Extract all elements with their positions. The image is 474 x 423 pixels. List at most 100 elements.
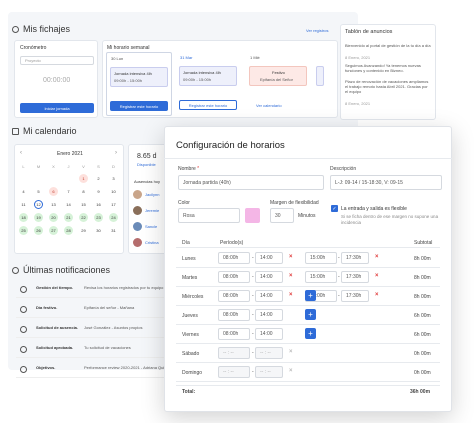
period-start-input[interactable]: 08:00h [218, 271, 250, 283]
calendar-day[interactable]: 31 [109, 226, 118, 235]
color-swatch[interactable] [245, 208, 260, 223]
remove-period-icon[interactable]: × [289, 254, 293, 260]
period-start-input[interactable]: 08:00h [218, 290, 250, 302]
shift-block[interactable]: Jornada intensiva 4lh 09:00h - 15:00h [179, 66, 237, 86]
calendar-day[interactable]: 1 [79, 174, 88, 183]
calendar-day[interactable]: 26 [34, 226, 43, 235]
remove-period-icon[interactable]: × [289, 273, 293, 279]
registrar-horario-outline-button[interactable]: Registrar este horario [179, 100, 237, 110]
person-name[interactable]: Jeremie [145, 208, 159, 213]
calendar-day[interactable]: 30 [94, 226, 103, 235]
remove-period-icon[interactable]: × [289, 292, 293, 298]
flex-checkbox[interactable]: ✓ [331, 205, 338, 212]
proyecto-select[interactable]: Proyecto [20, 56, 94, 65]
period-end-input[interactable]: 14:00 [255, 290, 283, 302]
remove-period-icon[interactable]: × [289, 368, 293, 374]
calendar-day[interactable]: 13 [49, 200, 58, 209]
notification-item[interactable]: Solicitud de ausencia. José González - As… [16, 322, 166, 338]
row-divider [176, 286, 440, 287]
remove-period-icon[interactable]: × [375, 254, 379, 260]
period-start-input[interactable]: 15:00h [305, 271, 337, 283]
clock-icon [12, 25, 19, 33]
calendar-day[interactable]: 19 [34, 213, 43, 222]
period-end-input[interactable]: 14:00 [255, 328, 283, 340]
calendar-day[interactable]: 12 [34, 200, 43, 209]
person-name[interactable]: Sancle [145, 224, 157, 229]
ver-calendario-link[interactable]: Ver calendario [256, 103, 282, 108]
notification-item[interactable]: Gestión del tiempo. Revisa los horarios r… [16, 282, 166, 298]
period-end-input[interactable]: 14:00 [255, 271, 283, 283]
period-end-input[interactable]: -- : -- [255, 366, 283, 378]
calendar-day[interactable]: 22 [79, 213, 88, 222]
row-divider [176, 343, 440, 344]
period-end-input[interactable]: 17:30h [341, 290, 369, 302]
notification-title: Objetivos. [36, 365, 56, 370]
notification-text: Tu solicitud de vacaciones [84, 345, 131, 350]
person-name[interactable]: Jacilynn [145, 192, 159, 197]
period-start-input[interactable]: 08:00h [218, 328, 250, 340]
day-column-tue: 31 Mar Jornada intensiva 4lh 09:00h - 15… [176, 52, 242, 116]
calendar-day[interactable]: 10 [109, 187, 118, 196]
notification-item[interactable]: Día festivo. Epifanía del señor - Mañana [16, 302, 166, 318]
notification-text: Performance review 2020-2021 - Adriana Q… [84, 365, 166, 370]
period-end-input[interactable]: 17:30h [341, 271, 369, 283]
period-start-input[interactable]: -- : -- [218, 347, 250, 359]
day-column-mon: 30 Lun Jornada intensiva 4lh 09:00h - 15… [106, 52, 172, 116]
calendar-day[interactable]: 17 [109, 200, 118, 209]
calendar-day[interactable]: 11 [19, 200, 28, 209]
calendar-day[interactable]: 8 [79, 187, 88, 196]
prev-month-icon[interactable]: ‹ [20, 150, 22, 156]
calendar-icon [12, 127, 19, 135]
period-end-input[interactable]: 14:00 [255, 309, 283, 321]
calendar-day[interactable]: 3 [109, 174, 118, 183]
ver-registros-link[interactable]: Ver registros [306, 28, 328, 33]
calendar-day[interactable]: 15 [79, 200, 88, 209]
color-select[interactable]: Rosa [178, 208, 240, 223]
notification-icon [20, 326, 27, 333]
calendar-day[interactable]: 25 [19, 226, 28, 235]
next-month-icon[interactable]: › [115, 150, 117, 156]
add-period-button[interactable]: + [305, 290, 316, 301]
calendar-day[interactable]: 21 [64, 213, 73, 222]
nombre-input[interactable]: Jornada partida (40h) [178, 175, 324, 190]
period-start-input[interactable]: -- : -- [218, 366, 250, 378]
modal-divider [164, 158, 452, 159]
calendar-day[interactable]: 27 [49, 226, 58, 235]
period-start-input[interactable]: 08:00h [218, 252, 250, 264]
calendar-day[interactable]: 6 [49, 187, 58, 196]
iniciar-jornada-button[interactable]: Iniciar jornada [20, 103, 94, 113]
calendar-day[interactable]: 16 [94, 200, 103, 209]
calendar-day[interactable]: 4 [19, 187, 28, 196]
margen-input[interactable]: 30 [270, 208, 294, 223]
remove-period-icon[interactable]: × [375, 292, 379, 298]
registrar-horario-button[interactable]: Registrar este horario [110, 101, 168, 111]
calendar-day[interactable]: 7 [64, 187, 73, 196]
calendar-day[interactable]: 24 [109, 213, 118, 222]
descripcion-label: Descripción [330, 166, 357, 172]
add-period-button[interactable]: + [305, 309, 316, 320]
calendar-day[interactable]: 28 [64, 226, 73, 235]
calendar-day[interactable]: 5 [34, 187, 43, 196]
period-start-input[interactable]: 08:00h [218, 309, 250, 321]
remove-period-icon[interactable]: × [289, 349, 293, 355]
notification-item[interactable]: Objetivos. Performance review 2020-2021 -… [16, 362, 166, 378]
period-end-input[interactable]: 14:00 [255, 252, 283, 264]
calendar-day[interactable]: 20 [49, 213, 58, 222]
period-end-input[interactable]: 17:30h [341, 252, 369, 264]
period-end-input[interactable]: -- : -- [255, 347, 283, 359]
calendar-day[interactable]: 9 [94, 187, 103, 196]
calendar-day[interactable]: 14 [64, 200, 73, 209]
calendar-day[interactable]: 23 [94, 213, 103, 222]
remove-period-icon[interactable]: × [375, 273, 379, 279]
descripcion-input[interactable]: L-J: 09-14 / 15-18:30, V: 09-15 [330, 175, 442, 190]
period-separator: - [252, 274, 254, 280]
add-period-button[interactable]: + [305, 328, 316, 339]
shift-block[interactable]: Jornada intensiva 4lh 09:00h - 15:00h [110, 67, 168, 87]
period-start-input[interactable]: 15:00h [305, 252, 337, 264]
subtotal-value: 0h 00m [414, 351, 431, 357]
calendar-day[interactable]: 18 [19, 213, 28, 222]
calendar-day[interactable]: 29 [79, 226, 88, 235]
person-name[interactable]: Cristina [145, 240, 159, 245]
calendar-day[interactable]: 2 [94, 174, 103, 183]
notification-item[interactable]: Solicitud aprobada. Tu solicitud de vacac… [16, 342, 166, 358]
